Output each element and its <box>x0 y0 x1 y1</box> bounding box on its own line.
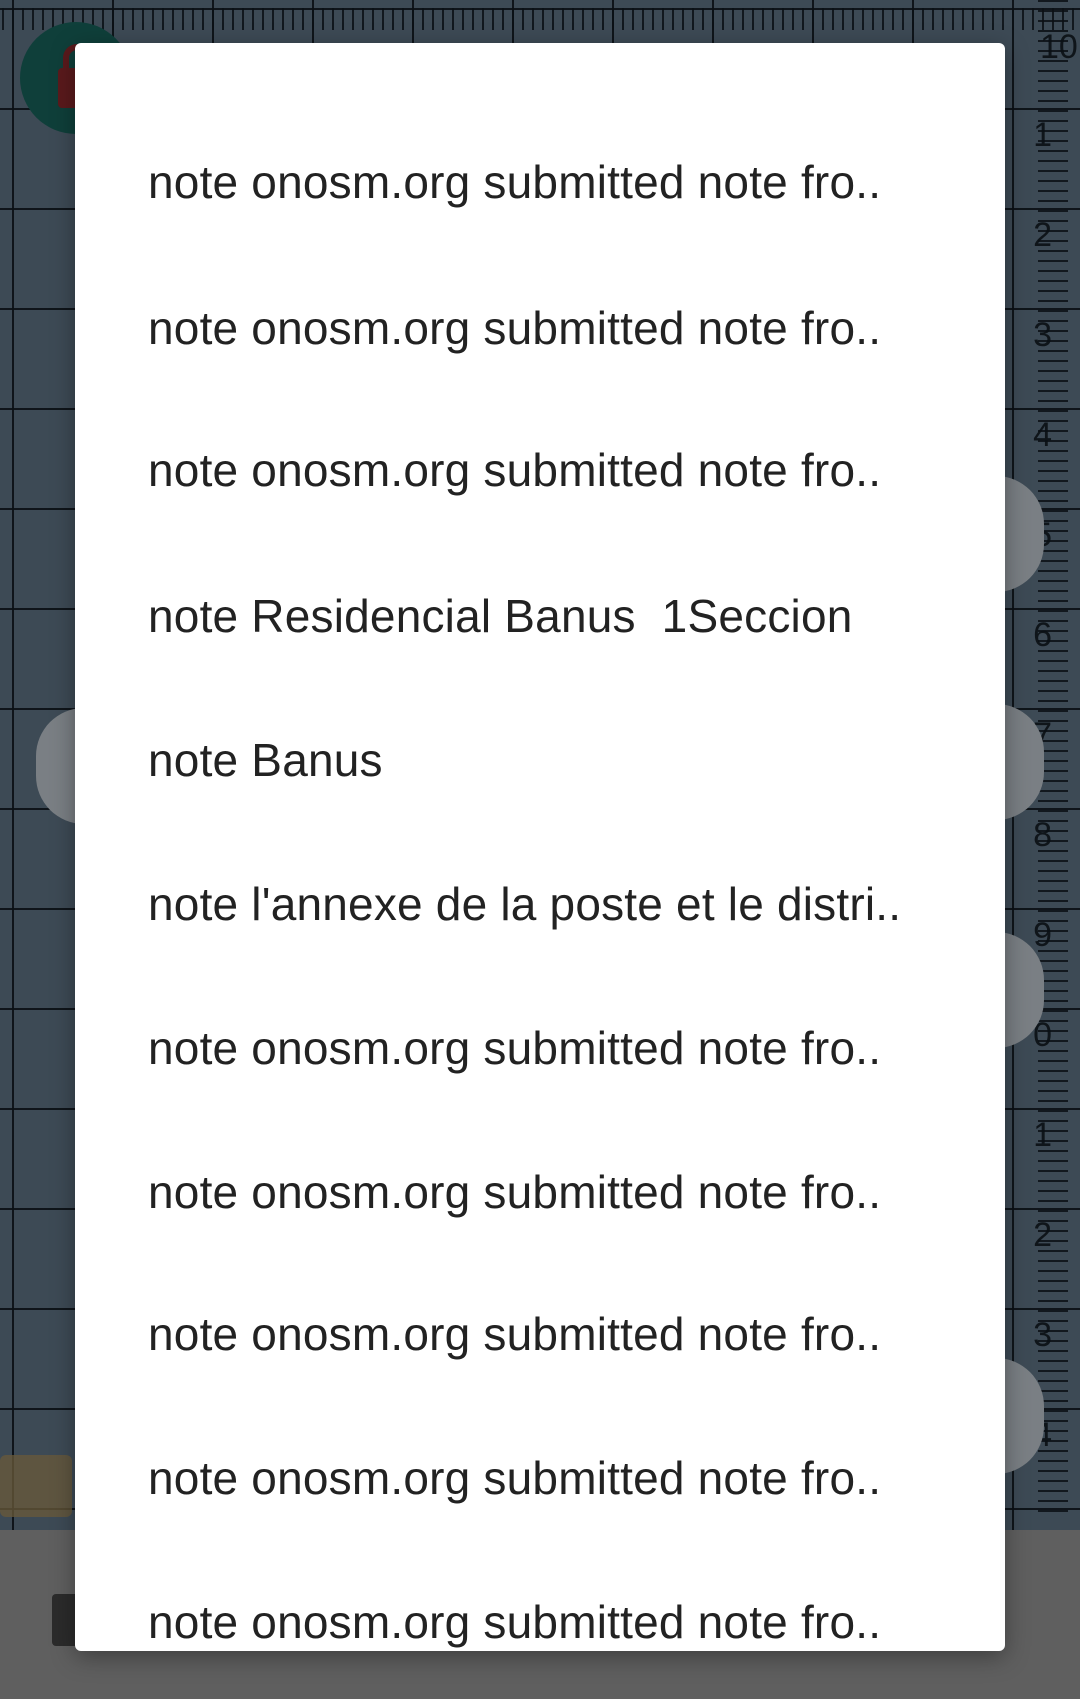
list-item-label: note onosm.org submitted note fro.. <box>148 1166 882 1218</box>
list-item-label: note onosm.org submitted note fro.. <box>148 1308 882 1360</box>
ruler-right-label: 3 <box>1033 1316 1052 1354</box>
ruler-right-label: 1 <box>1033 1116 1052 1154</box>
list-item[interactable]: note onosm.org submitted note fro.. <box>75 1120 1005 1264</box>
list-item-label: note onosm.org submitted note fro.. <box>148 444 882 496</box>
map-scale-ruler-top <box>0 0 1080 42</box>
ruler-right-label: 4 <box>1033 416 1052 454</box>
list-item-label: note onosm.org submitted note fro.. <box>148 1452 882 1504</box>
list-item-label: note onosm.org submitted note fro.. <box>148 302 882 354</box>
list-item[interactable]: note onosm.org submitted note fro.. <box>75 398 1005 542</box>
list-item[interactable]: note Banus <box>75 688 1005 832</box>
list-item[interactable]: note Residencial Banus 1Seccion <box>75 544 1005 688</box>
ruler-right-label: 8 <box>1033 816 1052 854</box>
ruler-right-label: 1 <box>1033 116 1052 154</box>
list-item[interactable]: note onosm.org submitted note fro.. <box>75 110 1005 254</box>
list-item[interactable]: note onosm.org submitted note fro.. <box>75 1406 1005 1550</box>
ruler-right-label: 3 <box>1033 316 1052 354</box>
list-item[interactable]: note onosm.org submitted note fro.. <box>75 976 1005 1120</box>
list-item-label: note Banus <box>148 734 383 786</box>
list-item-label: note l'annexe de la poste et le distri.. <box>148 878 902 930</box>
ruler-right-label: 6 <box>1033 616 1052 654</box>
list-item[interactable]: note onosm.org submitted note fro.. <box>75 256 1005 400</box>
map-marker-icon[interactable] <box>0 1455 72 1517</box>
list-item[interactable]: note l'annexe de la poste et le distri.. <box>75 832 1005 976</box>
ruler-right-label: 9 <box>1033 916 1052 954</box>
ruler-right-label: 2 <box>1033 1216 1052 1254</box>
ruler-top-label: 10 <box>1040 28 1078 66</box>
note-select-dialog: note onosm.org submitted note fro.. note… <box>75 43 1005 1651</box>
list-item[interactable]: note onosm.org submitted note fro.. <box>75 1550 1005 1651</box>
list-item-label: note onosm.org submitted note fro.. <box>148 1596 882 1648</box>
ruler-right-label: 2 <box>1033 216 1052 254</box>
list-item-label: note Residencial Banus 1Seccion <box>148 590 853 642</box>
list-item[interactable]: note onosm.org submitted note fro.. <box>75 1262 1005 1406</box>
list-item-label: note onosm.org submitted note fro.. <box>148 156 882 208</box>
list-item-label: note onosm.org submitted note fro.. <box>148 1022 882 1074</box>
